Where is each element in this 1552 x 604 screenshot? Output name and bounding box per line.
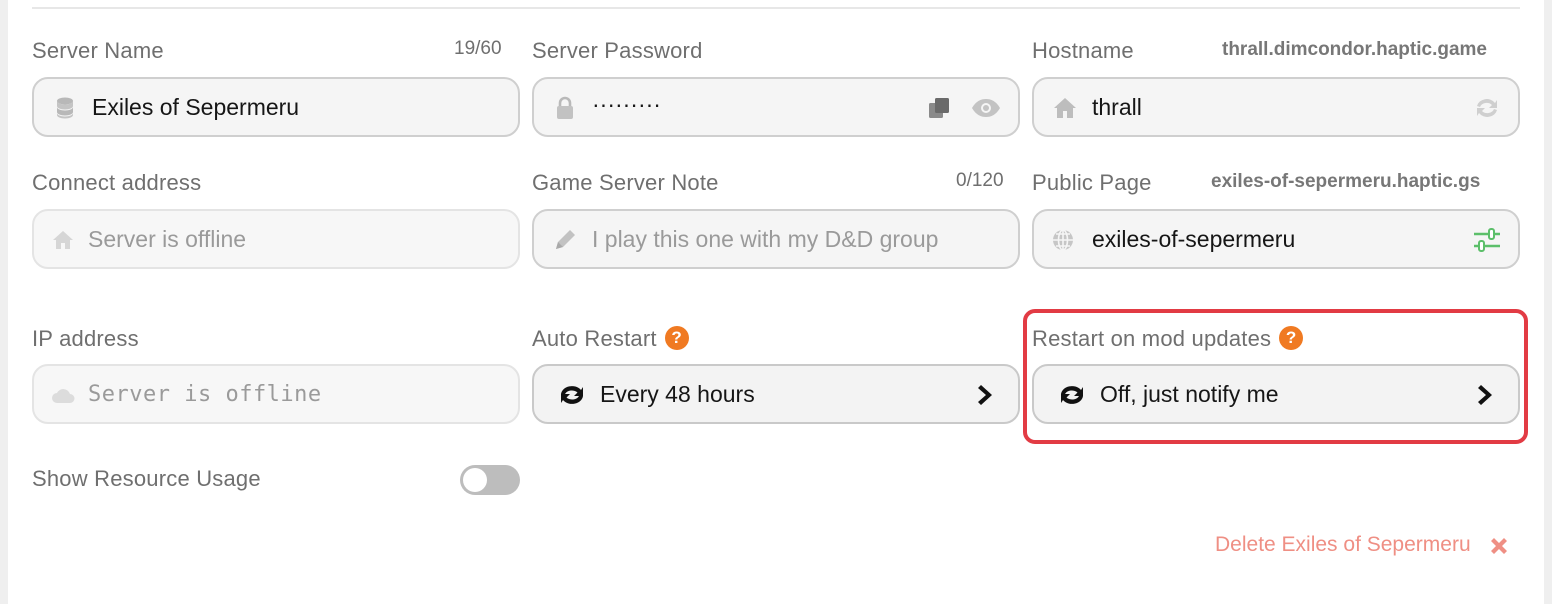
sliders-icon[interactable] <box>1472 227 1502 253</box>
password-value: ········· <box>592 91 661 117</box>
game-server-note-label: Game Server Note <box>532 170 719 195</box>
toggle-knob <box>463 468 487 492</box>
copy-icon[interactable] <box>926 95 952 121</box>
globe-icon <box>1050 227 1076 253</box>
sync-icon <box>556 382 588 408</box>
public-page-input[interactable]: exiles-of-sepermeru <box>1032 209 1520 269</box>
game-server-note-input[interactable]: I play this one with my D&D group <box>532 209 1020 269</box>
ip-address-input: Server is offline <box>32 364 520 424</box>
server-name-input[interactable]: Exiles of Sepermeru <box>32 77 520 137</box>
auto-restart-select[interactable]: Every 48 hours <box>532 364 1020 424</box>
connect-address-label: Connect address <box>32 170 202 195</box>
game-server-note-placeholder: I play this one with my D&D group <box>592 226 939 252</box>
pencil-icon <box>552 227 578 253</box>
lock-icon <box>552 95 578 121</box>
chevron-right-icon <box>974 382 1000 408</box>
database-icon <box>52 95 78 121</box>
auto-restart-label-text: Auto Restart <box>532 326 657 351</box>
public-page-domain: exiles-of-sepermeru.haptic.gs <box>1211 171 1481 192</box>
show-resource-usage-label: Show Resource Usage <box>32 466 261 491</box>
ip-address-label: IP address <box>32 326 139 351</box>
connect-address-input: Server is offline <box>32 209 520 269</box>
close-icon[interactable] <box>1487 534 1511 558</box>
hostname-value: thrall <box>1092 94 1142 120</box>
connect-address-placeholder: Server is offline <box>88 226 247 252</box>
show-resource-usage-toggle[interactable] <box>460 465 520 495</box>
server-password-input[interactable]: ········· <box>532 77 1020 137</box>
eye-icon[interactable] <box>970 95 1002 121</box>
auto-restart-value: Every 48 hours <box>600 381 755 407</box>
highlight-box <box>1023 309 1528 444</box>
hostname-input[interactable]: thrall <box>1032 77 1520 137</box>
server-name-label: Server Name <box>32 38 164 63</box>
auto-restart-label: Auto Restart? <box>532 326 689 352</box>
home-icon <box>50 227 76 253</box>
ip-address-placeholder: Server is offline <box>88 382 322 407</box>
public-page-label: Public Page <box>1032 170 1152 195</box>
server-name-value: Exiles of Sepermeru <box>92 94 300 120</box>
divider <box>32 7 1520 9</box>
delete-server-link[interactable]: Delete Exiles of Sepermeru <box>1215 533 1471 557</box>
refresh-icon[interactable] <box>1472 95 1502 121</box>
hostname-domain: thrall.dimcondor.haptic.game <box>1222 39 1487 60</box>
help-icon[interactable]: ? <box>664 326 689 351</box>
hostname-label: Hostname <box>1032 38 1134 63</box>
home-icon <box>1052 95 1078 121</box>
cloud-icon <box>50 382 76 408</box>
game-server-note-counter: 0/120 <box>956 170 1004 191</box>
server-name-counter: 19/60 <box>454 38 502 59</box>
server-password-label: Server Password <box>532 38 703 63</box>
public-page-value: exiles-of-sepermeru <box>1092 226 1296 252</box>
